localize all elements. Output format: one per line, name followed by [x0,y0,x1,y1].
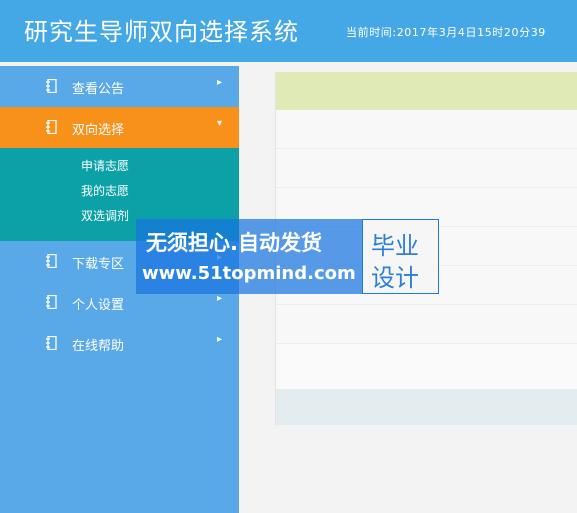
sidebar-item-label: 个人设置 [72,298,125,313]
submenu-item-my-wishes[interactable]: 我的志愿 [0,181,239,206]
table-row [276,305,577,344]
content-footer-row [276,389,577,425]
chevron-down-icon: ▾ [217,118,223,129]
sidebar-item-label: 查看公告 [72,82,125,97]
current-time: 当前时间:2017年3月4日15时20分39 [346,26,546,39]
notebook-icon [46,254,57,268]
watermark-slogan: 无须担心.自动发货 [146,231,322,255]
app-title: 研究生导师双向选择系统 [24,18,299,46]
watermark-label-bottom: 设计 [371,264,419,292]
chevron-right-icon: ▸ [217,334,223,345]
table-row [276,110,577,149]
watermark-left-panel: 无须担心.自动发货 www.51topmind.com [136,219,362,294]
sidebar-item-label: 在线帮助 [72,339,125,354]
chevron-right-icon: ▸ [217,77,223,88]
notebook-icon [46,295,57,309]
submenu-item-apply[interactable]: 申请志愿 [0,156,239,181]
watermark-banner: 无须担心.自动发货 www.51topmind.com 毕业 设计 [136,219,439,294]
content-header-row [276,72,577,110]
sidebar-item-two-way-selection[interactable]: 双向选择 ▾ [0,107,239,148]
watermark-label-top: 毕业 [371,232,419,260]
sidebar-item-announcements[interactable]: 查看公告 ▸ [0,66,239,107]
table-row [276,149,577,188]
sidebar-item-label: 双向选择 [72,123,125,138]
sidebar-item-online-help[interactable]: 在线帮助 ▸ [0,323,239,364]
watermark-url: www.51topmind.com [142,263,356,284]
chevron-right-icon: ▸ [217,293,223,304]
header-bar: 研究生导师双向选择系统 当前时间:2017年3月4日15时20分39 [0,0,577,62]
sidebar-item-label: 下载专区 [72,257,125,272]
watermark-right-panel: 毕业 设计 [362,219,439,294]
notebook-icon [46,120,57,134]
notebook-icon [46,336,57,350]
notebook-icon [46,79,57,93]
